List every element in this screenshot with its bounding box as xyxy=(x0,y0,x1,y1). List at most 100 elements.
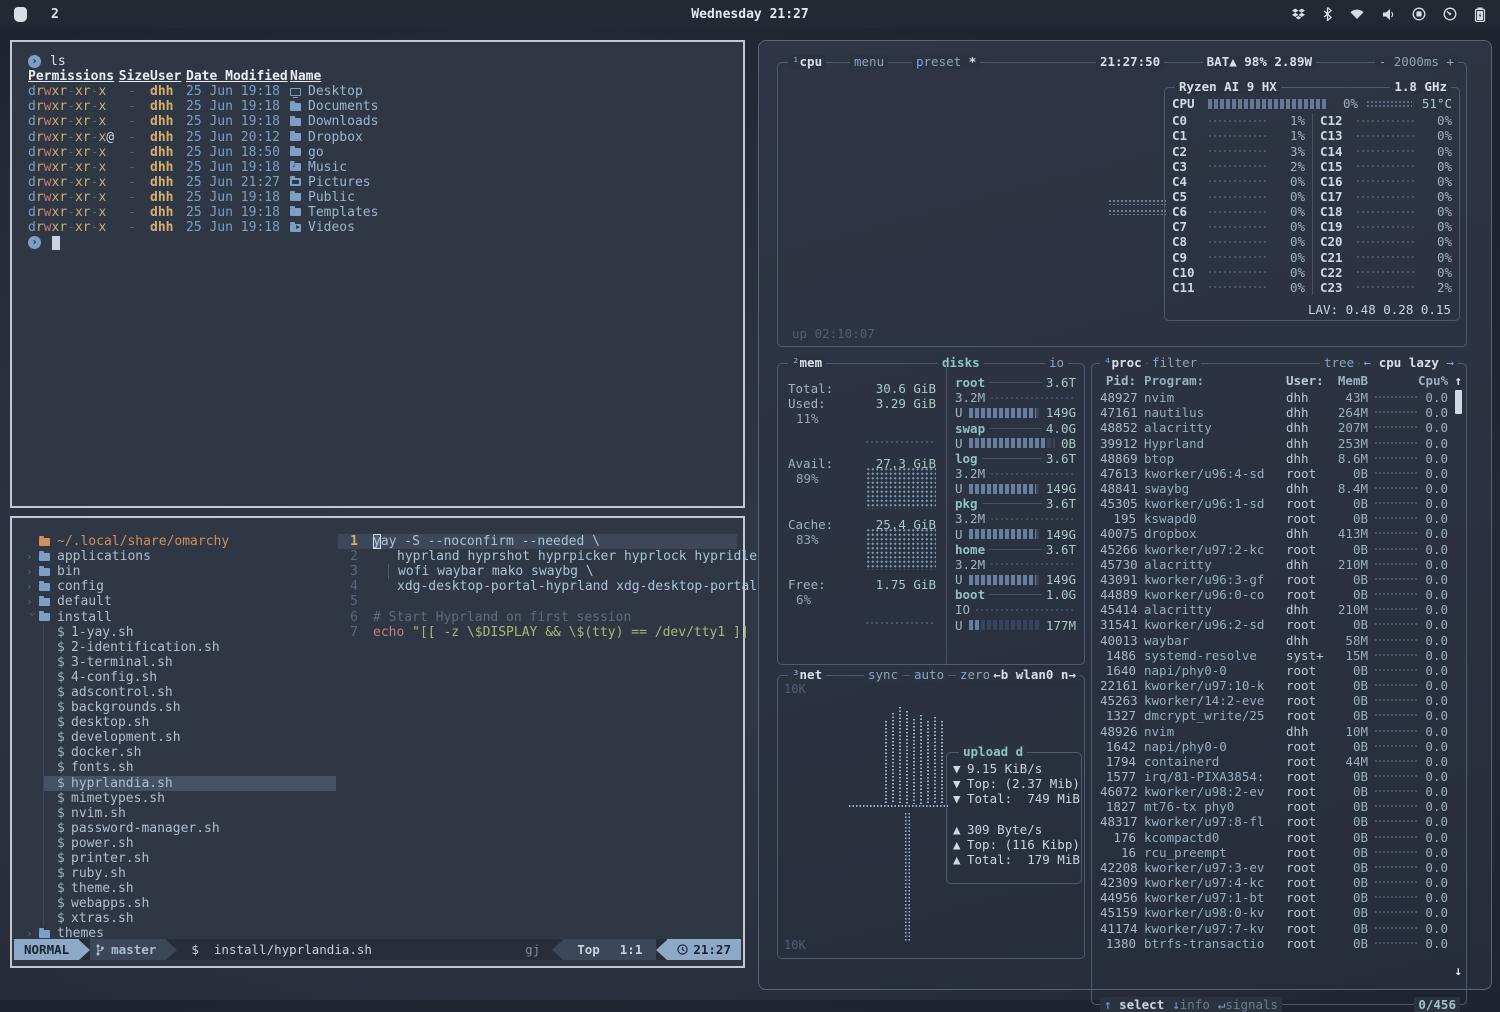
process-row[interactable]: 31541kworker/u96:2-sdroot0B0.0 xyxy=(1100,617,1448,632)
prompt-line-2[interactable]: › xyxy=(28,235,743,250)
cpu-box-title[interactable]: ¹cpu xyxy=(788,55,826,69)
process-row[interactable]: 1577irq/81-PIXA3854:root0B0.0 xyxy=(1100,769,1448,784)
editor-line-4[interactable]: 4xdg-desktop-portal-hyprland xdg-desktop… xyxy=(338,579,737,594)
editor-line-5[interactable]: 5 xyxy=(338,594,737,609)
bluetooth-icon[interactable] xyxy=(1323,7,1332,21)
preset-button[interactable]: preset * xyxy=(912,55,980,69)
tree-file-xtras.sh[interactable]: $xtras.sh xyxy=(44,911,336,926)
process-row[interactable]: 1327dmcrypt_write/25root0B0.0 xyxy=(1100,708,1448,723)
tree-file-3-terminal.sh[interactable]: $3-terminal.sh xyxy=(44,655,336,670)
tree-root[interactable]: ~/.local/share/omarchy xyxy=(22,534,336,549)
tree-file-nvim.sh[interactable]: $nvim.sh xyxy=(44,806,336,821)
process-row[interactable]: 48926nvimdhh10M0.0 xyxy=(1100,723,1448,738)
btop-window[interactable]: ¹cpu menu preset * 21:27:50 BAT▲ 98% 2.8… xyxy=(758,40,1492,990)
power-gauge-icon[interactable] xyxy=(1443,7,1457,21)
tree-file-docker.sh[interactable]: $docker.sh xyxy=(44,745,336,760)
workspace-indicator[interactable]: 2 xyxy=(51,7,59,22)
tree-file-1-yay.sh[interactable]: $1-yay.sh xyxy=(44,625,336,640)
process-row[interactable]: 195kswapd0root0B0.0 xyxy=(1100,511,1448,526)
tree-file-theme.sh[interactable]: $theme.sh xyxy=(44,881,336,896)
poll-interval[interactable]: - 2000ms + xyxy=(1375,55,1458,69)
process-row[interactable]: 1640napi/phy0-0root0B0.0 xyxy=(1100,663,1448,678)
process-row[interactable]: 44956kworker/u97:1-btroot0B0.0 xyxy=(1100,890,1448,905)
tree-file-4-config.sh[interactable]: $4-config.sh xyxy=(44,670,336,685)
process-row[interactable]: 40075dropboxdhh413M0.0 xyxy=(1100,526,1448,541)
proc-tree-toggle[interactable]: tree xyxy=(1320,356,1358,370)
editor-line-2[interactable]: 2hyprland hyprshot hyprpicker hyprlock h… xyxy=(338,549,737,564)
process-row[interactable]: 39912Hyprlanddhh253M0.0 xyxy=(1100,435,1448,450)
editor-buffer[interactable]: 1yay -S --noconfirm --needed \2hyprland … xyxy=(338,534,737,920)
net-auto-toggle[interactable]: auto xyxy=(910,668,948,682)
tree-file-power.sh[interactable]: $power.sh xyxy=(44,836,336,851)
editor-line-6[interactable]: 6# Start Hyprland on first session xyxy=(338,609,737,624)
tree-file-ruby.sh[interactable]: $ruby.sh xyxy=(44,866,336,881)
launcher-icon[interactable] xyxy=(14,7,27,22)
net-interface[interactable]: ←b wlan0 n→ xyxy=(989,668,1080,682)
process-row[interactable]: 1486systemd-resolvesyst+15M0.0 xyxy=(1100,648,1448,663)
process-row[interactable]: 45414alacrittydhh210M0.0 xyxy=(1100,602,1448,617)
battery-icon[interactable] xyxy=(1474,7,1486,22)
wifi-icon[interactable] xyxy=(1349,8,1365,20)
editor-line-1[interactable]: 1yay -S --noconfirm --needed \ xyxy=(338,534,737,549)
tree-file-password-manager.sh[interactable]: $password-manager.sh xyxy=(44,821,336,836)
process-row[interactable]: 1642napi/phy0-0root0B0.0 xyxy=(1100,739,1448,754)
mem-box-title[interactable]: ²mem xyxy=(788,356,826,370)
volume-icon[interactable] xyxy=(1382,8,1395,21)
tree-file-backgrounds.sh[interactable]: $backgrounds.sh xyxy=(44,700,336,715)
proc-footer-keys[interactable]: ↑ select↓info↵signals xyxy=(1100,997,1282,1012)
proc-box-title[interactable]: ⁴proc xyxy=(1100,356,1146,370)
process-row[interactable]: 48869btopdhh8.6M0.0 xyxy=(1100,451,1448,466)
terminal-window-ls[interactable]: › ls Permissions Size User Date Modified… xyxy=(10,40,745,508)
process-row[interactable]: 47161nautilusdhh264M0.0 xyxy=(1100,405,1448,420)
tree-dir-bin[interactable]: ›bin xyxy=(22,564,336,579)
proc-scrollbar[interactable] xyxy=(1455,390,1462,414)
proc-filter-button[interactable]: filter xyxy=(1148,356,1201,370)
tree-file-desktop.sh[interactable]: $desktop.sh xyxy=(44,715,336,730)
process-row[interactable]: 45266kworker/u97:2-kcroot0B0.0 xyxy=(1100,542,1448,557)
process-row[interactable]: 45730alacrittydhh210M0.0 xyxy=(1100,557,1448,572)
process-row[interactable]: 48852alacrittydhh207M0.0 xyxy=(1100,420,1448,435)
tree-file-2-identification.sh[interactable]: $2-identification.sh xyxy=(44,640,336,655)
process-row[interactable]: 45263kworker/14:2-everoot0B0.0 xyxy=(1100,693,1448,708)
editor-line-3[interactable]: 3wofi waybar mako swaybg \ xyxy=(338,564,737,579)
tree-file-printer.sh[interactable]: $printer.sh xyxy=(44,851,336,866)
tree-file-development.sh[interactable]: $development.sh xyxy=(44,730,336,745)
tree-dir-install[interactable]: ›install xyxy=(22,609,336,624)
editor-line-7[interactable]: 7echo "[[ -z \$DISPLAY && \$(tty) == /de… xyxy=(338,625,737,640)
process-row[interactable]: 43091kworker/u96:3-gfroot0B0.0 xyxy=(1100,572,1448,587)
process-row[interactable]: 22161kworker/u97:10-kroot0B0.0 xyxy=(1100,678,1448,693)
proc-header[interactable]: Pid: Program: User: MemB Cpu% xyxy=(1100,373,1448,388)
process-row[interactable]: 1827mt76-tx phy0root0B0.0 xyxy=(1100,799,1448,814)
tree-file-webapps.sh[interactable]: $webapps.sh xyxy=(44,896,336,911)
process-row[interactable]: 47613kworker/u96:4-sdroot0B0.0 xyxy=(1100,466,1448,481)
tree-file-adscontrol.sh[interactable]: $adscontrol.sh xyxy=(44,685,336,700)
process-row[interactable]: 40013waybardhh58M0.0 xyxy=(1100,633,1448,648)
process-row[interactable]: 48841swaybgdhh8.4M0.0 xyxy=(1100,481,1448,496)
scroll-up-arrow[interactable]: ↑ xyxy=(1454,373,1462,388)
process-row[interactable]: 45305kworker/u96:1-sdroot0B0.0 xyxy=(1100,496,1448,511)
process-row[interactable]: 45159kworker/u98:0-kvroot0B0.0 xyxy=(1100,905,1448,920)
menu-button[interactable]: menu xyxy=(850,55,888,69)
net-sync-toggle[interactable]: sync xyxy=(864,668,902,682)
screen-record-icon[interactable] xyxy=(1412,7,1426,21)
process-row[interactable]: 46072kworker/u98:2-evroot0B0.0 xyxy=(1100,784,1448,799)
process-row[interactable]: 48317kworker/u97:8-flroot0B0.0 xyxy=(1100,814,1448,829)
scroll-down-arrow[interactable]: ↓ xyxy=(1454,963,1462,978)
tree-file-fonts.sh[interactable]: $fonts.sh xyxy=(44,760,336,775)
process-row[interactable]: 42309kworker/u97:4-kcroot0B0.0 xyxy=(1100,875,1448,890)
process-row[interactable]: 16rcu_preemptroot0B0.0 xyxy=(1100,845,1448,860)
process-row[interactable]: 41174kworker/u97:7-kvroot0B0.0 xyxy=(1100,920,1448,935)
process-row[interactable]: 176kcompactd0root0B0.0 xyxy=(1100,830,1448,845)
process-row[interactable]: 1380btrfs-transactioroot0B0.0 xyxy=(1100,936,1448,951)
neovim-window[interactable]: ~/.local/share/omarchy›applications›bin ›… xyxy=(10,516,745,968)
proc-sort-selector[interactable]: ← cpu lazy → xyxy=(1360,356,1458,370)
tree-file-mimetypes.sh[interactable]: $mimetypes.sh xyxy=(44,791,336,806)
tree-file-hyprlandia.sh[interactable]: $hyprlandia.sh xyxy=(44,776,336,791)
process-row[interactable]: 44889kworker/u96:0-coroot0B0.0 xyxy=(1100,587,1448,602)
dropbox-icon[interactable] xyxy=(1291,8,1306,21)
process-row[interactable]: 48927nvimdhh43M0.0 xyxy=(1100,390,1448,405)
tree-dir-default[interactable]: ›default xyxy=(22,594,336,609)
process-row[interactable]: 1794containerdroot44M0.0 xyxy=(1100,754,1448,769)
tree-dir-applications[interactable]: ›applications xyxy=(22,549,336,564)
process-row[interactable]: 42208kworker/u97:3-evroot0B0.0 xyxy=(1100,860,1448,875)
